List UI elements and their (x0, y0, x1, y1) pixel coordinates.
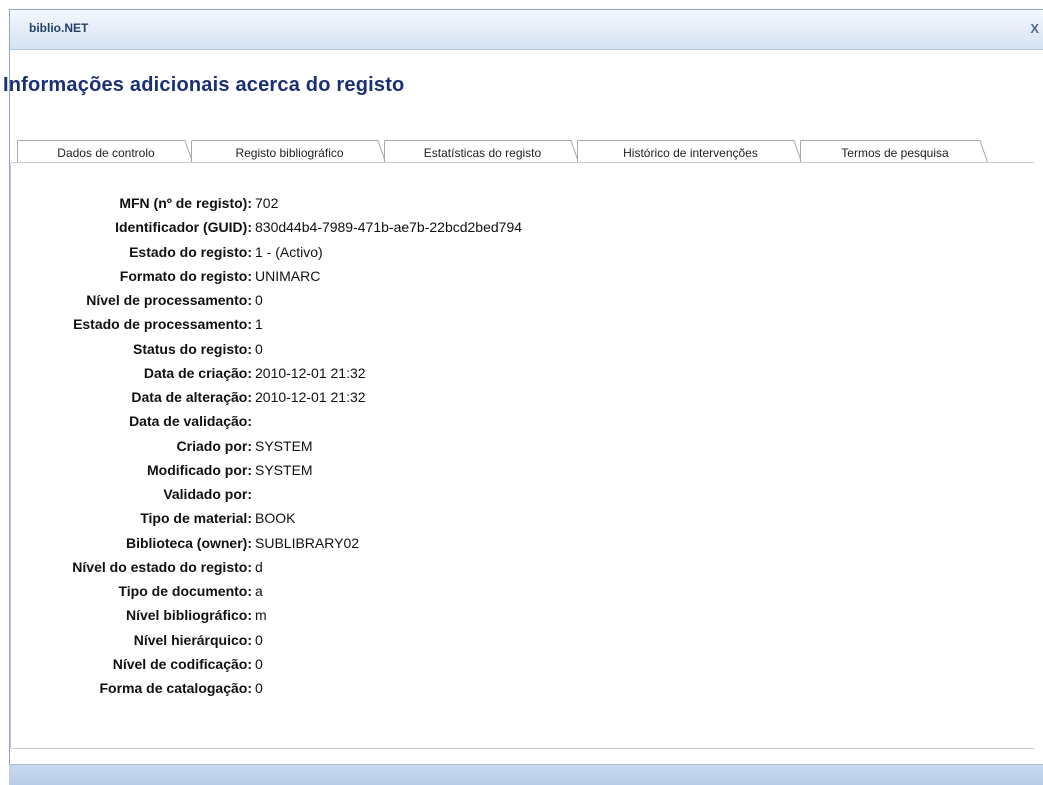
tab-label: Histórico de intervenções (623, 146, 758, 160)
title-bar: biblio.NET X (10, 10, 1043, 50)
field-label: Status do registo: (132, 340, 252, 357)
field-value: 830d44b4-7989-471b-ae7b-22bcd2bed794 (255, 219, 523, 236)
tab-bar: Dados de controlo Registo bibliográfico … (11, 130, 1033, 168)
field-row-nivel-estado: Nível do estado do registo: d (11, 555, 811, 579)
field-value: 1 - (Activo) (255, 243, 323, 260)
field-value: SUBLIBRARY02 (255, 534, 360, 551)
field-value: BOOK (255, 510, 296, 527)
field-row-data-criacao: Data de criação: 2010-12-01 21:32 (11, 361, 811, 385)
field-value: a (255, 583, 263, 599)
field-label: Validado por: (163, 486, 252, 502)
field-label: Modificado por: (147, 461, 252, 478)
field-row-modificado-por: Modificado por: SYSTEM (11, 458, 811, 482)
field-value: 0 (255, 680, 263, 696)
field-row-mfn: MFN (nº de registo): 702 (11, 191, 811, 215)
page-title: Informações adicionais acerca do registo (3, 74, 405, 96)
tab-label: Dados de controlo (57, 146, 155, 160)
field-label: Tipo de documento: (118, 583, 252, 599)
field-label: Biblioteca (owner): (125, 534, 252, 551)
field-row-estado-registo: Estado do registo: 1 - (Activo) (11, 240, 811, 264)
field-row-estado-processamento: Estado de processamento: 1 (11, 312, 811, 336)
field-value: d (255, 558, 263, 575)
window-title: biblio.NET (29, 21, 89, 35)
field-value: 0 (255, 631, 263, 648)
tab-label: Registo bibliográfico (235, 146, 344, 160)
field-row-tipo-documento: Tipo de documento: a (11, 579, 811, 603)
field-value: m (255, 607, 267, 624)
close-icon[interactable]: X (1030, 21, 1039, 36)
field-value: 0 (255, 655, 263, 672)
field-label: Criado por: (176, 437, 252, 454)
field-value: 0 (255, 292, 263, 308)
field-label: Nível bibliográfico: (125, 607, 252, 624)
control-data-fields: MFN (nº de registo): 702 Identificador (G… (11, 191, 811, 700)
field-row-status: Status do registo: 0 (11, 337, 811, 361)
field-value: 2010-12-01 21:32 (255, 389, 366, 405)
field-label: Data de criação: (143, 364, 252, 381)
field-label: Estado do registo: (129, 243, 252, 260)
field-row-formato: Formato do registo: UNIMARC (11, 264, 811, 288)
field-row-nivel-bibliografico: Nível bibliográfico: m (11, 603, 811, 627)
field-value: UNIMARC (255, 267, 321, 284)
field-row-criado-por: Criado por: SYSTEM (11, 434, 811, 458)
field-label: Estado de processamento: (73, 316, 252, 333)
field-row-tipo-material: Tipo de material: BOOK (11, 506, 811, 530)
field-label: Formato do registo: (119, 267, 252, 284)
field-value: 702 (255, 195, 279, 211)
tab-label: Estatísticas do registo (423, 146, 542, 160)
field-label: Nível de codificação: (112, 655, 252, 672)
field-row-nivel-hierarquico: Nível hierárquico: 0 (11, 628, 811, 652)
field-label: Data de validação: (129, 413, 252, 430)
field-value: 1 (255, 316, 263, 333)
bottom-bar (9, 764, 1043, 785)
field-label: Nível de processamento: (86, 292, 252, 308)
field-value: SYSTEM (255, 437, 313, 454)
field-row-data-validacao: Data de validação: (11, 409, 811, 433)
field-row-nivel-processamento: Nível de processamento: 0 (11, 288, 811, 312)
field-label: MFN (nº de registo): (119, 195, 252, 211)
field-row-biblioteca: Biblioteca (owner): SUBLIBRARY02 (11, 531, 811, 555)
field-label: Forma de catalogação: (99, 680, 253, 696)
field-label: Nível hierárquico: (133, 631, 252, 648)
field-row-nivel-codificacao: Nível de codificação: 0 (11, 652, 811, 676)
field-value: 2010-12-01 21:32 (255, 364, 366, 381)
field-label: Identificador (GUID): (115, 219, 252, 236)
tab-label: Termos de pesquisa (841, 146, 949, 160)
tab-panel-dados-de-controlo: MFN (nº de registo): 702 Identificador (G… (10, 162, 1034, 749)
field-row-forma-catalogacao: Forma de catalogação: 0 (11, 676, 811, 700)
field-label: Tipo de material: (140, 510, 252, 527)
field-value: SYSTEM (255, 461, 313, 478)
field-value: 0 (255, 340, 263, 357)
field-row-data-alteracao: Data de alteração: 2010-12-01 21:32 (11, 385, 811, 409)
field-row-guid: Identificador (GUID): 830d44b4-7989-471b-… (11, 215, 811, 239)
field-label: Data de alteração: (131, 389, 252, 405)
field-row-validado-por: Validado por: (11, 482, 811, 506)
field-label: Nível do estado do registo: (72, 558, 252, 575)
